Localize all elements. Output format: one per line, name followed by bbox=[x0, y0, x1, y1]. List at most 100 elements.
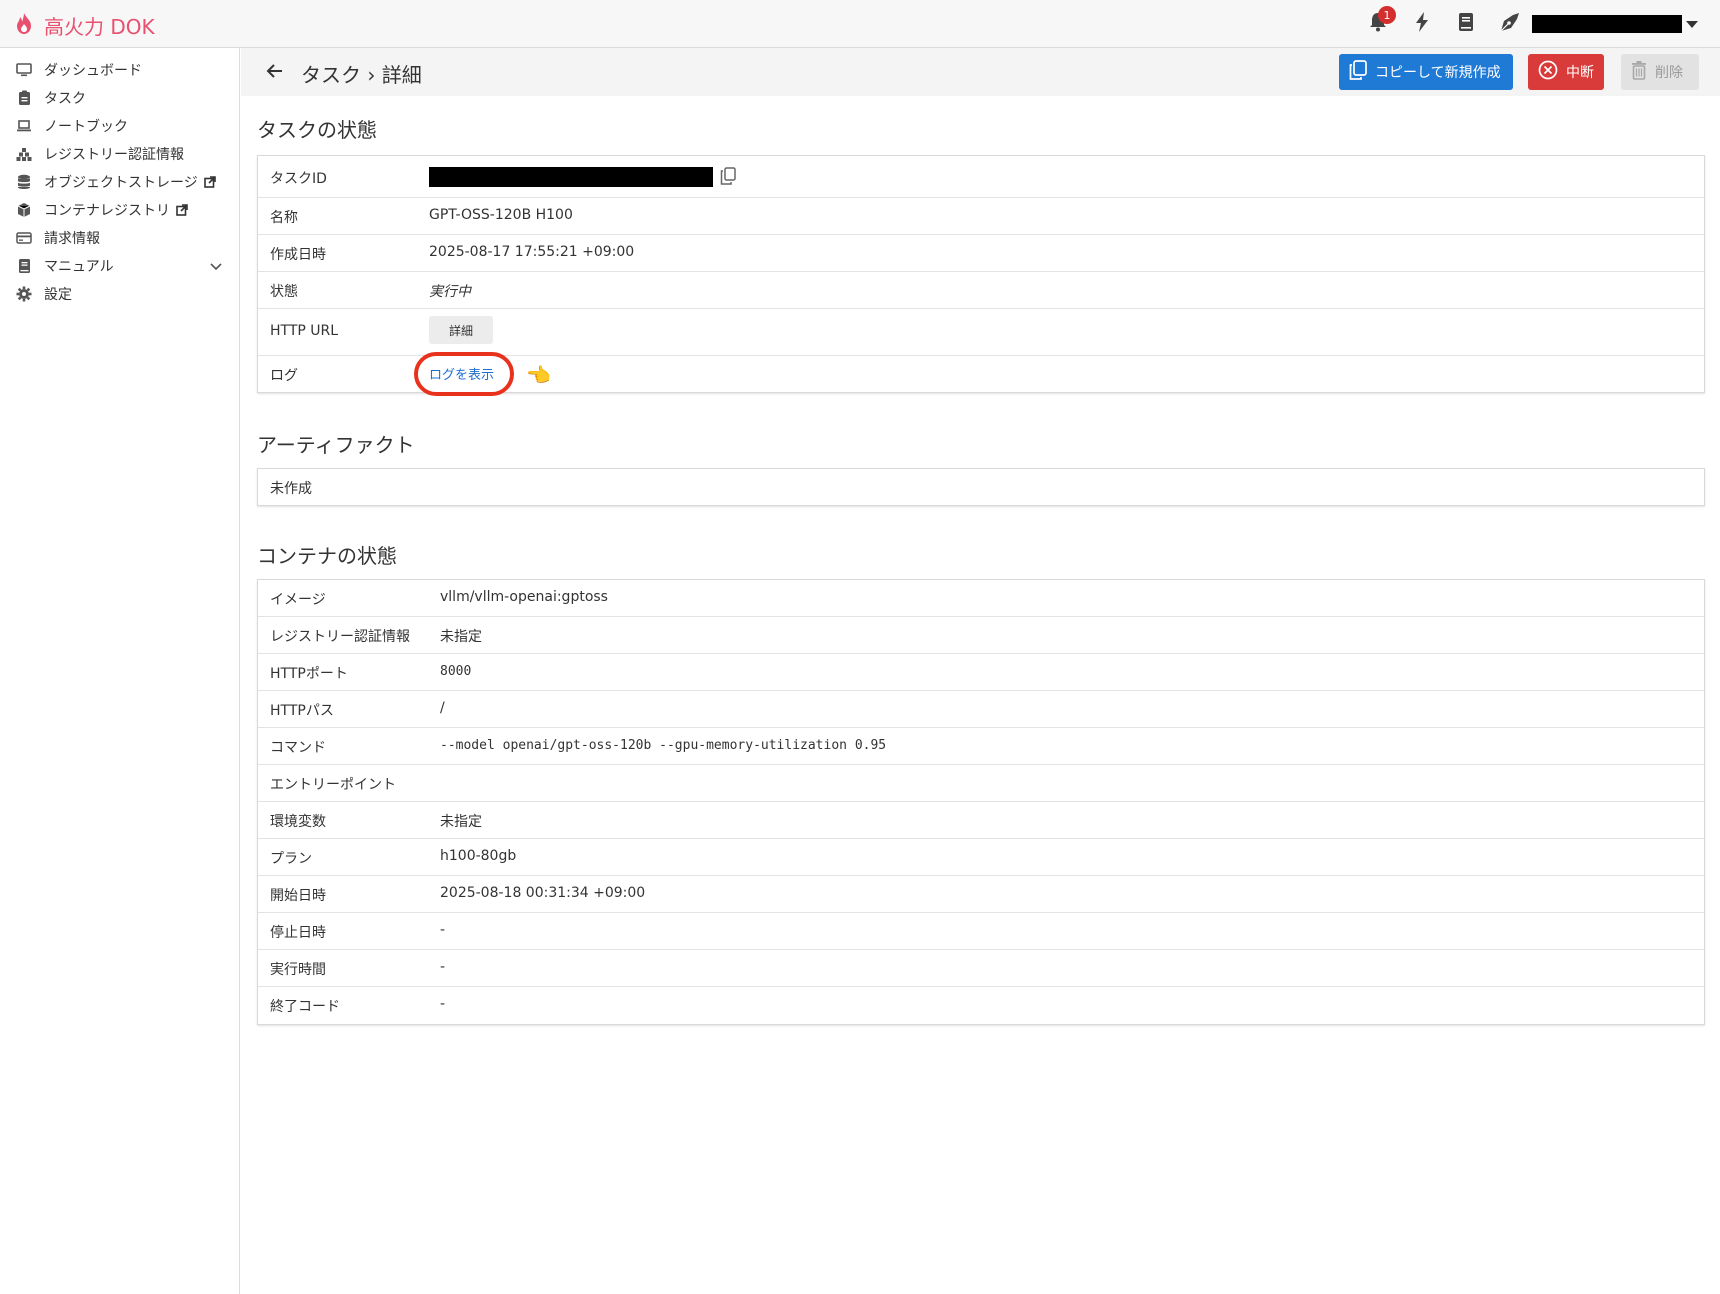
row-value: --model openai/gpt-oss-120b --gpu-memory… bbox=[440, 738, 887, 753]
container-status-panel: イメージ vllm/vllm-openai:gptoss レジストリー認証情報 … bbox=[257, 579, 1705, 1025]
page-header: タスク › 詳細 コピーして新規作成 中断 削除 bbox=[241, 48, 1720, 96]
laptop-icon bbox=[15, 117, 33, 135]
sidebar-item-label: マニュアル bbox=[44, 259, 114, 275]
table-row: 終了コード - bbox=[258, 987, 1704, 1024]
row-label: HTTPポート bbox=[270, 666, 348, 682]
sidebar-item-label: オブジェクトストレージ bbox=[44, 175, 198, 191]
table-row: HTTP URL 詳細 bbox=[258, 309, 1704, 356]
delete-label: 削除 bbox=[1655, 65, 1683, 81]
row-label: プラン bbox=[270, 851, 312, 867]
user-menu-redacted[interactable] bbox=[1532, 15, 1682, 33]
row-label: 環境変数 bbox=[270, 814, 326, 830]
sidebar-item-billing[interactable]: 請求情報 bbox=[0, 224, 239, 252]
row-value: h100-80gb bbox=[440, 848, 517, 864]
row-value: - bbox=[440, 996, 446, 1012]
row-label: エントリーポイント bbox=[270, 777, 396, 793]
bolt-button[interactable] bbox=[1408, 10, 1436, 38]
name-label: 名称 bbox=[270, 210, 298, 226]
book-icon bbox=[15, 257, 33, 275]
sidebar-item-container-registry[interactable]: コンテナレジストリ bbox=[0, 196, 239, 224]
sidebar-item-label: コンテナレジストリ bbox=[44, 203, 170, 219]
task-id-redacted bbox=[429, 167, 713, 187]
table-row: 状態 実行中 bbox=[258, 272, 1704, 309]
artifact-panel: 未作成 bbox=[257, 468, 1705, 506]
chevron-down-icon[interactable] bbox=[1686, 20, 1698, 28]
sidebar-item-dashboard[interactable]: ダッシュボード bbox=[0, 56, 239, 84]
table-row: 名称 GPT-OSS-120B H100 bbox=[258, 198, 1704, 235]
delete-button[interactable]: 削除 bbox=[1621, 54, 1699, 90]
copy-icon[interactable] bbox=[720, 167, 736, 189]
log-label: ログ bbox=[270, 368, 298, 384]
pen-nib-icon bbox=[1500, 12, 1520, 36]
table-row: タスクID bbox=[258, 156, 1704, 198]
copy-and-create-label: コピーして新規作成 bbox=[1375, 65, 1501, 81]
copy-and-create-button[interactable]: コピーして新規作成 bbox=[1339, 54, 1513, 90]
row-label: 実行時間 bbox=[270, 962, 326, 978]
sidebar-item-label: 設定 bbox=[44, 287, 72, 303]
chevron-down-icon[interactable] bbox=[209, 259, 223, 277]
pointing-hand-icon: 👈 bbox=[526, 363, 551, 387]
sidebar-item-tasks[interactable]: タスク bbox=[0, 84, 239, 112]
row-value: 8000 bbox=[440, 664, 472, 679]
row-value: 2025-08-18 00:31:34 +09:00 bbox=[440, 885, 646, 901]
table-row: ログ ログを表示 👈 bbox=[258, 352, 1704, 396]
sidebar-item-label: タスク bbox=[44, 91, 86, 107]
task-status-title: タスクの状態 bbox=[257, 118, 377, 142]
row-label: HTTPパス bbox=[270, 703, 334, 719]
table-row: HTTPパス / bbox=[258, 691, 1704, 728]
row-value: vllm/vllm-openai:gptoss bbox=[440, 589, 608, 605]
docs-button[interactable] bbox=[1452, 10, 1480, 38]
sidebar: ダッシュボード タスク ノートブック レジストリー認証情報 オブジェクトストレー… bbox=[0, 48, 240, 1294]
created-label: 作成日時 bbox=[270, 247, 326, 263]
row-label: イメージ bbox=[270, 592, 326, 608]
task-status-panel: タスクID 名称 GPT-OSS-120B H100 作成日時 2025-08-… bbox=[257, 155, 1705, 396]
table-row: HTTPポート 8000 bbox=[258, 654, 1704, 691]
row-label: 停止日時 bbox=[270, 925, 326, 941]
table-row: プラン h100-80gb bbox=[258, 839, 1704, 876]
artifact-value: 未作成 bbox=[270, 481, 312, 497]
view-log-link[interactable]: ログを表示 bbox=[429, 364, 494, 383]
notification-button[interactable]: 1 bbox=[1364, 6, 1396, 38]
stop-label: 中断 bbox=[1566, 65, 1594, 81]
brand-logo[interactable]: 高火力 DOK bbox=[12, 11, 155, 40]
state-label: 状態 bbox=[270, 284, 298, 300]
pen-button[interactable] bbox=[1496, 10, 1524, 38]
close-circle-icon bbox=[1538, 60, 1566, 84]
sidebar-item-label: レジストリー認証情報 bbox=[44, 147, 184, 163]
name-value: GPT-OSS-120B H100 bbox=[429, 207, 573, 223]
table-row: エントリーポイント bbox=[258, 765, 1704, 802]
clipboard-icon bbox=[15, 89, 33, 107]
http-detail-button[interactable]: 詳細 bbox=[429, 316, 493, 344]
row-label: レジストリー認証情報 bbox=[270, 629, 410, 645]
table-row: レジストリー認証情報 未指定 bbox=[258, 617, 1704, 654]
arrow-left-icon[interactable] bbox=[266, 62, 284, 84]
stop-button[interactable]: 中断 bbox=[1528, 54, 1604, 90]
table-row: 停止日時 - bbox=[258, 913, 1704, 950]
table-row: 環境変数 未指定 bbox=[258, 802, 1704, 839]
created-value: 2025-08-17 17:55:21 +09:00 bbox=[429, 244, 635, 260]
row-label: 終了コード bbox=[270, 999, 340, 1015]
bolt-icon bbox=[1415, 12, 1429, 36]
artifact-title: アーティファクト bbox=[257, 433, 415, 457]
row-label: コマンド bbox=[270, 740, 326, 756]
sidebar-item-label: 請求情報 bbox=[44, 231, 100, 247]
notification-badge: 1 bbox=[1378, 6, 1396, 24]
sidebar-item-object-storage[interactable]: オブジェクトストレージ bbox=[0, 168, 239, 196]
sidebar-item-manual[interactable]: マニュアル bbox=[0, 252, 239, 280]
sidebar-item-label: ノートブック bbox=[44, 119, 128, 135]
sidebar-item-settings[interactable]: 設定 bbox=[0, 280, 239, 308]
sidebar-item-registry-credentials[interactable]: レジストリー認証情報 bbox=[0, 140, 239, 168]
row-label: 開始日時 bbox=[270, 888, 326, 904]
copy-icon bbox=[1349, 60, 1375, 84]
book-icon bbox=[1458, 12, 1474, 36]
trash-icon bbox=[1631, 60, 1655, 84]
container-status-title: コンテナの状態 bbox=[257, 544, 397, 568]
main-content: タスク › 詳細 コピーして新規作成 中断 削除 タスクの状態 タスクID 名称… bbox=[241, 48, 1720, 1294]
box-icon bbox=[15, 201, 33, 219]
row-value: 未指定 bbox=[440, 814, 482, 830]
table-row: 開始日時 2025-08-18 00:31:34 +09:00 bbox=[258, 876, 1704, 913]
sidebar-item-notebooks[interactable]: ノートブック bbox=[0, 112, 239, 140]
cubes-icon bbox=[15, 145, 33, 163]
row-value: - bbox=[440, 922, 446, 938]
external-link-icon bbox=[176, 204, 188, 216]
